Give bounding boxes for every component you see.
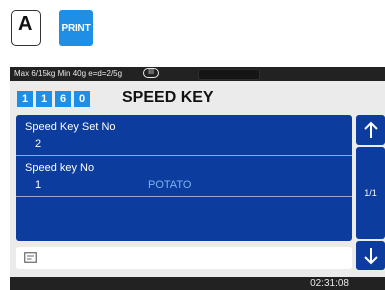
settings-panel: Speed Key Set No 2 Speed key No 1 POTATO [16, 115, 352, 241]
speed-key-no-label: Speed key No [25, 162, 95, 174]
print-key[interactable]: PRINT [59, 10, 93, 46]
arrow-up-icon [363, 121, 378, 138]
print-key-label: PRINT [61, 22, 91, 34]
speed-key-set-no-label: Speed Key Set No [25, 121, 116, 133]
page-number: 1/1 [364, 188, 377, 198]
menu-code-digit: 1 [36, 91, 52, 107]
speed-key-set-no-value: 2 [35, 138, 42, 150]
key-a[interactable]: A [11, 10, 41, 46]
arrow-down-icon [363, 247, 378, 264]
status-bar: Max 6/15kg Min 40g e=d=2/5g III [10, 67, 385, 81]
bottom-status-bar: 02:31:08 [10, 277, 385, 290]
input-field[interactable] [16, 247, 352, 269]
screen-title: SPEED KEY [122, 89, 214, 106]
key-a-label: A [18, 13, 33, 35]
menu-code-digit: 6 [55, 91, 71, 107]
menu-code: 1 1 6 0 [17, 91, 90, 107]
speed-key-set-no-row[interactable]: Speed Key Set No 2 [16, 115, 352, 156]
item-name: POTATO [148, 179, 192, 191]
speed-key-no-value: 1 [35, 179, 42, 191]
clock: 02:31:08 [310, 278, 349, 289]
scroll-down-button[interactable] [356, 241, 385, 270]
page-indicator: 1/1 [356, 147, 385, 239]
scale-spec: Max 6/15kg Min 40g e=d=2/5g [14, 69, 123, 78]
memo-icon [24, 252, 37, 263]
speed-key-no-row[interactable]: Speed key No 1 POTATO [16, 156, 352, 197]
menu-code-digit: 0 [74, 91, 90, 107]
scale-screen: Max 6/15kg Min 40g e=d=2/5g III 1 1 6 0 … [10, 67, 385, 290]
status-indicator [198, 69, 260, 80]
menu-code-digit: 1 [17, 91, 33, 107]
accuracy-class-badge: III [143, 68, 159, 78]
scroll-up-button[interactable] [356, 115, 385, 145]
